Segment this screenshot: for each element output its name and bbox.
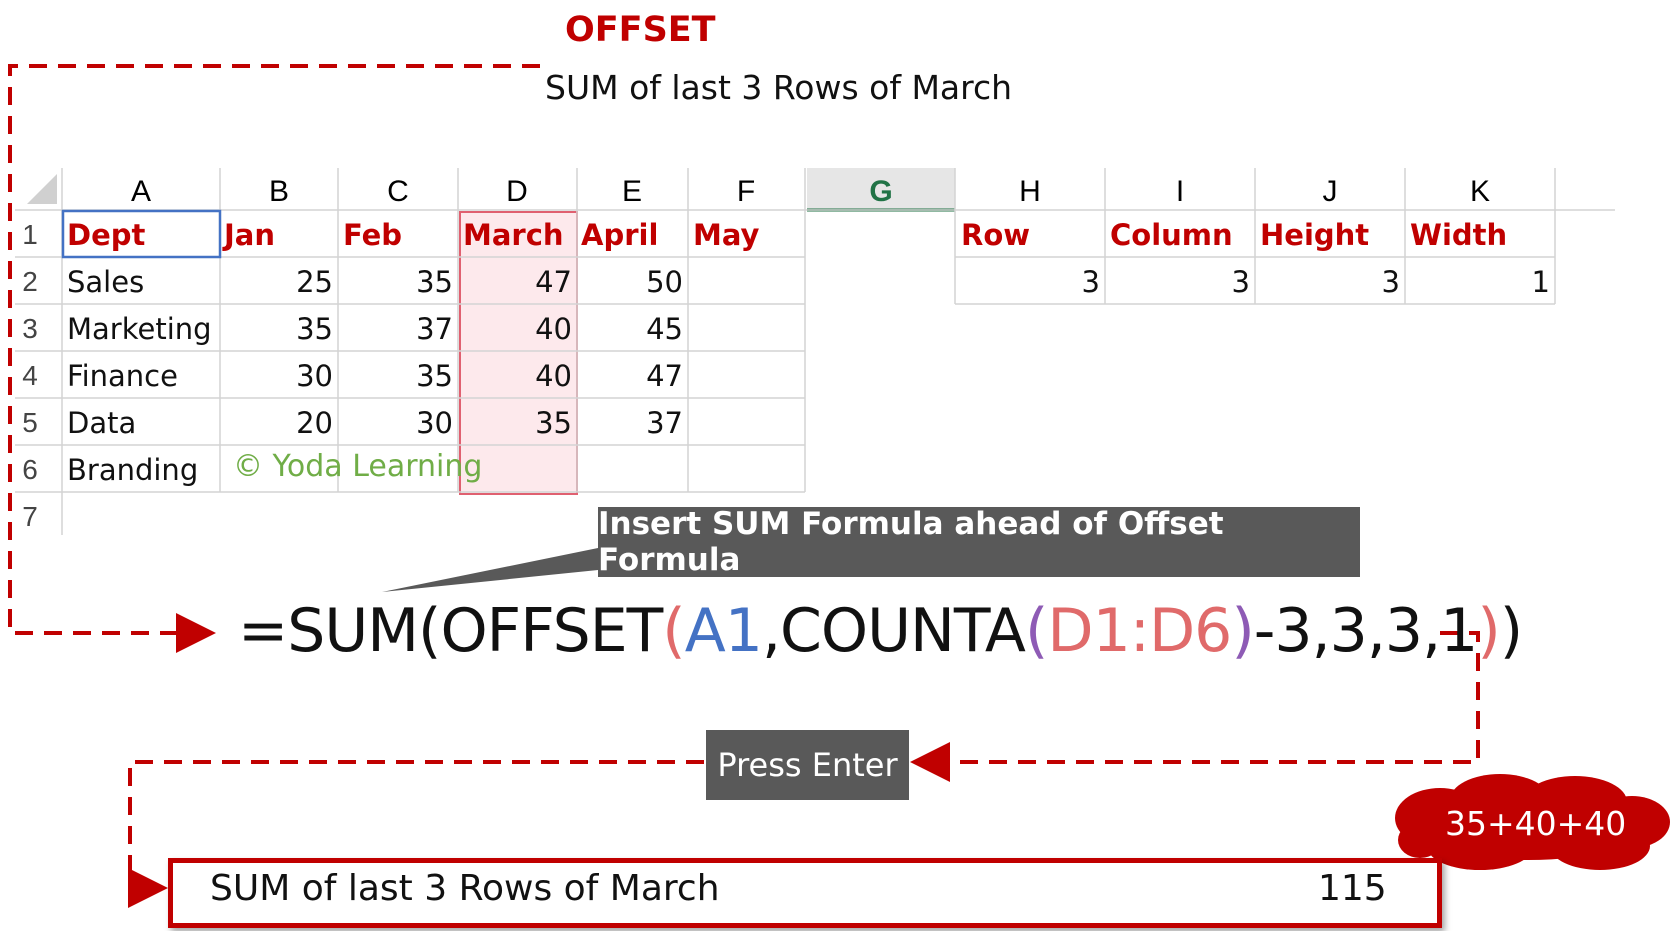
- cell-d3[interactable]: 40: [535, 312, 572, 346]
- row-header-5[interactable]: 5: [22, 407, 38, 438]
- formula-text: =SUM(OFFSET(A1,COUNTA(D1:D6)-3,3,3,1)): [238, 596, 1523, 666]
- cell-j1[interactable]: Height: [1260, 218, 1369, 252]
- row-headers: 1 2 3 4 5 6 7: [22, 219, 38, 532]
- cell-a1[interactable]: Dept: [67, 218, 145, 252]
- column-header-i[interactable]: I: [1176, 175, 1184, 208]
- column-header-c[interactable]: C: [387, 175, 409, 208]
- data-row-finance: Finance 30 35 40 47: [67, 359, 683, 393]
- formula-paren-close-2: ): [1477, 596, 1500, 666]
- press-enter-label: Press Enter: [706, 730, 909, 800]
- header-row: Dept Jan Feb March April May Row Column …: [67, 218, 1507, 252]
- cell-a6[interactable]: Branding: [67, 453, 198, 487]
- cell-i2[interactable]: 3: [1232, 265, 1250, 299]
- cell-a4[interactable]: Finance: [67, 359, 178, 393]
- row-header-7[interactable]: 7: [22, 501, 38, 532]
- cell-a2[interactable]: Sales: [67, 265, 144, 299]
- cell-a3[interactable]: Marketing: [67, 312, 212, 346]
- cell-b2[interactable]: 25: [296, 265, 333, 299]
- row-header-1[interactable]: 1: [22, 219, 38, 250]
- column-header-d[interactable]: D: [506, 175, 528, 208]
- cell-e1[interactable]: April: [581, 218, 658, 252]
- column-header-j[interactable]: J: [1323, 175, 1338, 208]
- data-row-marketing: Marketing 35 37 40 45: [67, 312, 683, 346]
- formula-part-counta: ,COUNTA: [761, 596, 1026, 666]
- cell-k1[interactable]: Width: [1410, 218, 1507, 252]
- cell-b5[interactable]: 20: [296, 406, 333, 440]
- data-row-branding: Branding: [67, 453, 198, 487]
- cell-b1[interactable]: Jan: [222, 218, 275, 252]
- callout-pointer: [382, 548, 598, 592]
- cell-h1[interactable]: Row: [961, 218, 1030, 252]
- formula-ref-d1-d6: D1:D6: [1047, 596, 1232, 666]
- cell-j2[interactable]: 3: [1382, 265, 1400, 299]
- cell-c3[interactable]: 37: [416, 312, 453, 346]
- row-header-6[interactable]: 6: [22, 454, 38, 485]
- cell-c2[interactable]: 35: [416, 265, 453, 299]
- column-header-g[interactable]: G: [869, 175, 892, 208]
- cell-a5[interactable]: Data: [67, 406, 136, 440]
- column-header-f[interactable]: F: [737, 175, 755, 208]
- row-header-4[interactable]: 4: [22, 360, 38, 391]
- cell-i1[interactable]: Column: [1110, 218, 1233, 252]
- column-header-b[interactable]: B: [269, 175, 289, 208]
- row-header-3[interactable]: 3: [22, 313, 38, 344]
- callout-box: Insert SUM Formula ahead of Offset Formu…: [598, 506, 1360, 578]
- cell-e5[interactable]: 37: [646, 406, 683, 440]
- cell-b3[interactable]: 35: [296, 312, 333, 346]
- cell-b4[interactable]: 30: [296, 359, 333, 393]
- formula-paren-open-2: (: [1024, 596, 1048, 666]
- formula-paren-close: ): [1231, 596, 1254, 666]
- cell-c4[interactable]: 35: [416, 359, 453, 393]
- cell-c1[interactable]: Feb: [343, 218, 402, 252]
- data-row-sales: Sales 25 35 47 50: [67, 265, 683, 299]
- formula-ref-a1: A1: [684, 596, 763, 666]
- formula-part-args: -3,3,3,1: [1253, 596, 1479, 666]
- column-header-k[interactable]: K: [1470, 175, 1490, 208]
- watermark-text: © Yoda Learning: [233, 449, 482, 484]
- column-header-e[interactable]: E: [622, 175, 642, 208]
- cell-d5[interactable]: 35: [535, 406, 572, 440]
- row-header-2[interactable]: 2: [22, 266, 38, 297]
- result-value: 115: [1318, 868, 1387, 909]
- cell-e4[interactable]: 47: [646, 359, 683, 393]
- result-label: SUM of last 3 Rows of March: [210, 868, 720, 909]
- cell-d4[interactable]: 40: [535, 359, 572, 393]
- cell-h2[interactable]: 3: [1082, 265, 1100, 299]
- formula-part-sum-offset: =SUM(OFFSET: [238, 596, 663, 666]
- column-header-a[interactable]: A: [131, 175, 151, 208]
- cell-d2[interactable]: 47: [535, 265, 572, 299]
- params-row: 3 3 3 1: [1082, 265, 1550, 299]
- cell-c5[interactable]: 30: [416, 406, 453, 440]
- cell-e2[interactable]: 50: [646, 265, 683, 299]
- cell-k2[interactable]: 1: [1532, 265, 1550, 299]
- formula-paren-open: (: [662, 596, 685, 666]
- column-header-h[interactable]: H: [1019, 175, 1041, 208]
- cloud-label: 35+40+40: [1445, 804, 1627, 843]
- formula-paren-close-3: ): [1499, 596, 1523, 666]
- cell-f1[interactable]: May: [693, 218, 760, 252]
- data-row-data: Data 20 30 35 37: [67, 406, 683, 440]
- cell-d1[interactable]: March: [463, 218, 564, 252]
- cell-e3[interactable]: 45: [646, 312, 683, 346]
